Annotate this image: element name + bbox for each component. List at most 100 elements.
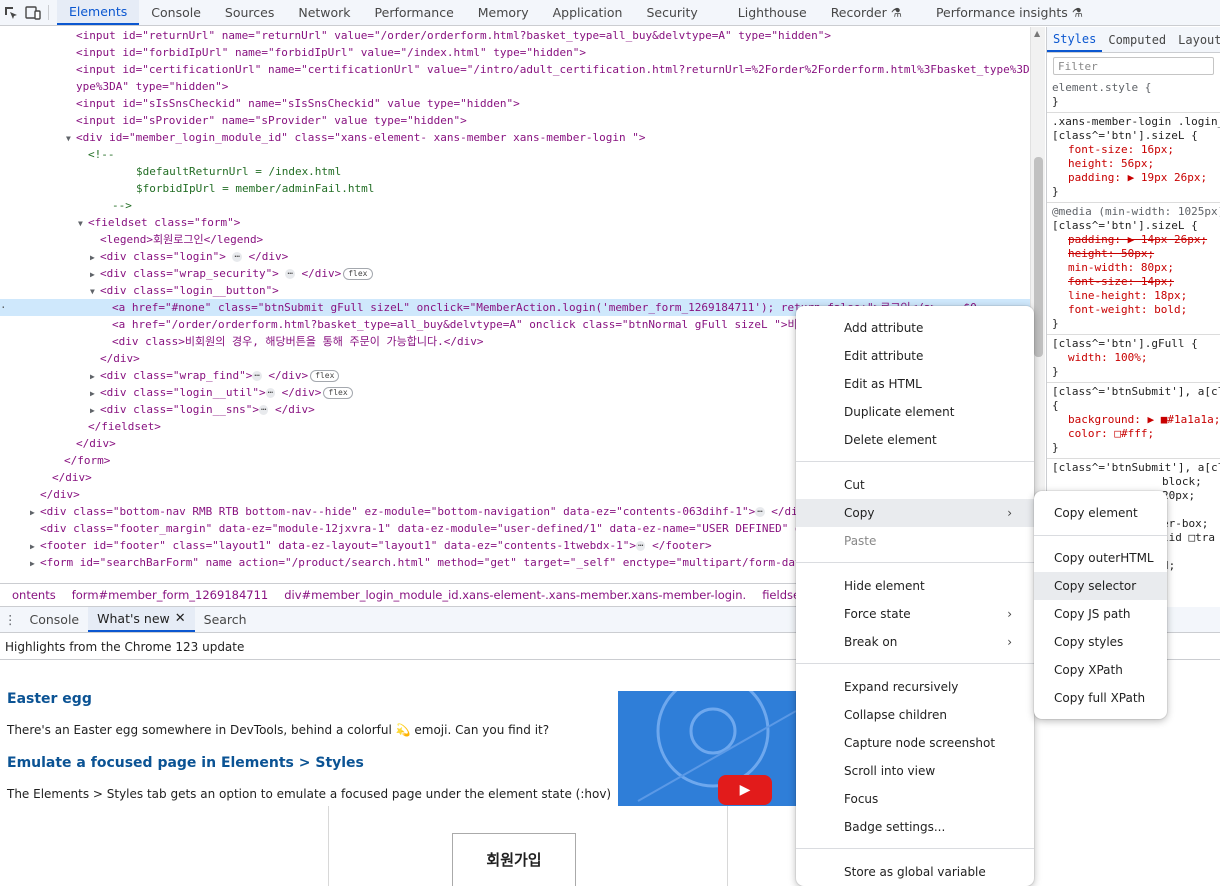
dom-node[interactable]: ▼ <div class="login__button">: [0, 282, 1030, 299]
dom-node[interactable]: <input id="forbidIpUrl" name="forbidIpUr…: [0, 44, 1030, 61]
dom-node[interactable]: ▶ <div class="login"> … </div>: [0, 248, 1030, 265]
expand-triangle-icon[interactable]: ▶: [90, 402, 100, 419]
style-rule[interactable]: @media (min-width: 1025px) [class^='btn'…: [1047, 203, 1220, 335]
ellipsis-badge[interactable]: …: [258, 404, 269, 415]
breadcrumb-item[interactable]: form#member_form_1269184711: [64, 588, 277, 602]
ellipsis-badge[interactable]: …: [755, 506, 765, 517]
dom-node[interactable]: ▼ <div id="member_login_module_id" class=…: [0, 129, 1030, 146]
tab-performance[interactable]: Performance: [363, 0, 466, 25]
menu-item-force-state[interactable]: Force state ›: [796, 600, 1034, 628]
style-declaration-overridden[interactable]: padding: ▶ 14px 26px;: [1052, 233, 1220, 247]
styles-filter-input[interactable]: Filter: [1053, 57, 1214, 75]
tab-computed[interactable]: Computed: [1102, 27, 1172, 52]
drawer-tab-whats-new[interactable]: What's new ✕: [88, 607, 195, 632]
tab-application[interactable]: Application: [541, 0, 635, 25]
scrollbar-thumb[interactable]: [1034, 157, 1043, 357]
menu-item-duplicate-element[interactable]: Duplicate element: [796, 398, 1034, 426]
menu-item-edit-attribute[interactable]: Edit attribute: [796, 342, 1034, 370]
style-declaration[interactable]: height: 56px;: [1052, 157, 1220, 171]
tab-styles[interactable]: Styles: [1047, 27, 1103, 52]
tab-layout[interactable]: Layout: [1172, 27, 1220, 52]
style-rule[interactable]: element.style { }: [1047, 79, 1220, 113]
drawer-tab-console[interactable]: Console: [21, 607, 89, 632]
tab-sources[interactable]: Sources: [213, 0, 286, 25]
join-button[interactable]: 회원가입: [452, 833, 576, 886]
scroll-up-arrow-icon[interactable]: ▲: [1034, 29, 1040, 38]
style-declaration[interactable]: font-weight: bold;: [1052, 303, 1220, 317]
menu-item-badge-settings[interactable]: Badge settings...: [796, 813, 1034, 841]
expand-triangle-icon[interactable]: ▶: [90, 368, 100, 385]
whats-new-heading[interactable]: Emulate a focused page in Elements > Sty…: [7, 755, 364, 771]
expand-triangle-icon[interactable]: ▶: [90, 266, 100, 283]
ellipsis-badge[interactable]: …: [265, 387, 275, 398]
dom-node[interactable]: <input id="sProvider" name="sProvider" v…: [0, 112, 1030, 129]
menu-item-copy-js-path[interactable]: Copy JS path: [1034, 600, 1167, 628]
ellipsis-badge[interactable]: …: [232, 251, 242, 262]
tab-elements[interactable]: Elements: [57, 0, 140, 25]
style-declaration[interactable]: width: 100%;: [1052, 351, 1220, 365]
menu-item-paste[interactable]: Paste: [796, 527, 1034, 555]
style-rule[interactable]: [class^='btnSubmit'], a[class { backgrou…: [1047, 383, 1220, 459]
close-icon[interactable]: ✕: [175, 611, 186, 626]
ellipsis-badge[interactable]: …: [636, 540, 646, 551]
style-declaration[interactable]: font-size: 16px;: [1052, 143, 1220, 157]
dom-comment[interactable]: <!--: [0, 146, 1030, 163]
whats-new-heading[interactable]: Easter egg: [7, 691, 92, 707]
menu-item-cut[interactable]: Cut: [796, 471, 1034, 499]
style-rule[interactable]: .xans-member-login .login__bu [class^='b…: [1047, 113, 1220, 203]
expand-triangle-icon[interactable]: ▶: [30, 504, 40, 521]
style-declaration[interactable]: padding: ▶ 19px 26px;: [1052, 171, 1220, 185]
video-thumbnail[interactable]: ▶: [618, 691, 796, 806]
dom-comment[interactable]: $defaultReturnUrl = /index.html: [0, 163, 1030, 180]
menu-item-collapse-children[interactable]: Collapse children: [796, 701, 1034, 729]
collapse-triangle-icon[interactable]: ▼: [78, 215, 88, 232]
flex-badge[interactable]: flex: [310, 370, 340, 382]
expand-triangle-icon[interactable]: ▶: [30, 538, 40, 555]
menu-item-capture-node-screenshot[interactable]: Capture node screenshot: [796, 729, 1034, 757]
style-declaration-overridden[interactable]: height: 50px;: [1052, 247, 1220, 261]
dom-node[interactable]: <input id="returnUrl" name="returnUrl" v…: [0, 27, 1030, 44]
youtube-play-icon[interactable]: ▶: [718, 775, 772, 805]
dom-comment[interactable]: $forbidIpUrl = member/adminFail.html: [0, 180, 1030, 197]
tab-network[interactable]: Network: [286, 0, 362, 25]
dom-node[interactable]: <input id="certificationUrl" name="certi…: [0, 61, 1030, 78]
menu-item-copy-selector[interactable]: Copy selector: [1034, 572, 1167, 600]
flex-badge[interactable]: flex: [343, 268, 373, 280]
tab-memory[interactable]: Memory: [466, 0, 541, 25]
collapse-triangle-icon[interactable]: ▼: [66, 130, 76, 147]
dom-node[interactable]: <input id="sIsSnsCheckid" name="sIsSnsCh…: [0, 95, 1030, 112]
menu-item-focus[interactable]: Focus: [796, 785, 1034, 813]
collapse-triangle-icon[interactable]: ▼: [90, 283, 100, 300]
breadcrumb-item[interactable]: div#member_login_module_id.xans-element-…: [276, 588, 754, 602]
menu-item-delete-element[interactable]: Delete element: [796, 426, 1034, 454]
tab-recorder[interactable]: Recorder ⚗: [819, 0, 906, 25]
menu-item-edit-as-html[interactable]: Edit as HTML: [796, 370, 1034, 398]
style-declaration[interactable]: min-width: 80px;: [1052, 261, 1220, 275]
style-rule[interactable]: [class^='btn'].gFull { width: 100%; }: [1047, 335, 1220, 383]
tab-performance-insights[interactable]: Performance insights ⚗: [906, 0, 1095, 25]
menu-item-copy-full-xpath[interactable]: Copy full XPath: [1034, 684, 1167, 712]
menu-item-break-on[interactable]: Break on ›: [796, 628, 1034, 656]
flex-badge[interactable]: flex: [323, 387, 353, 399]
menu-item-copy[interactable]: Copy ›: [796, 499, 1034, 527]
dom-comment[interactable]: -->: [0, 197, 1030, 214]
menu-item-copy-outerhtml[interactable]: Copy outerHTML: [1034, 544, 1167, 572]
drawer-menu-icon[interactable]: ⋮: [0, 607, 21, 632]
dom-node[interactable]: ▶ <div class="wrap_security"> … </div> fle…: [0, 265, 1030, 282]
ellipsis-badge[interactable]: …: [252, 370, 262, 381]
style-declaration[interactable]: color: □#fff;: [1052, 427, 1220, 441]
menu-item-hide-element[interactable]: Hide element: [796, 572, 1034, 600]
menu-item-add-attribute[interactable]: Add attribute: [796, 314, 1034, 342]
tab-security[interactable]: Security: [634, 0, 709, 25]
inspect-element-icon[interactable]: [0, 0, 22, 25]
dom-node[interactable]: <legend>회원로그인</legend>: [0, 231, 1030, 248]
breadcrumb-item[interactable]: ontents: [0, 588, 64, 602]
dom-node[interactable]: ▼ <fieldset class="form">: [0, 214, 1030, 231]
menu-item-store-as-global-variable[interactable]: Store as global variable: [796, 858, 1034, 886]
expand-triangle-icon[interactable]: ▶: [90, 249, 100, 266]
menu-item-expand-recursively[interactable]: Expand recursively: [796, 673, 1034, 701]
ellipsis-badge[interactable]: …: [285, 268, 295, 279]
tab-lighthouse[interactable]: Lighthouse: [710, 0, 819, 25]
menu-item-copy-xpath[interactable]: Copy XPath: [1034, 656, 1167, 684]
dom-node[interactable]: ype%3DA" type="hidden">: [0, 78, 1030, 95]
